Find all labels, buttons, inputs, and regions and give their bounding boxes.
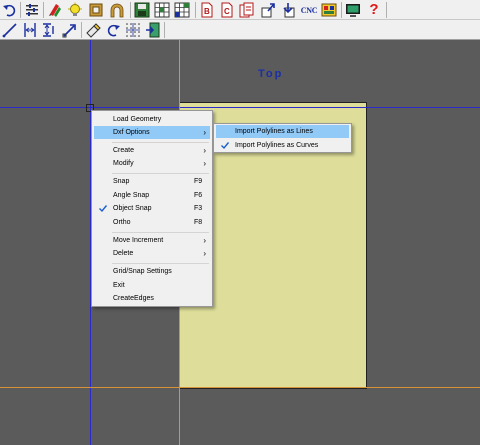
origin-horizontal-line bbox=[0, 387, 480, 388]
export-icon[interactable] bbox=[259, 1, 277, 19]
arch-icon[interactable] bbox=[108, 1, 126, 19]
menu-item-snap[interactable]: Snap F9 bbox=[94, 175, 210, 188]
menu-item-grid-snap-settings[interactable]: Grid/Snap Settings bbox=[94, 265, 210, 278]
vertical-dimension-icon[interactable] bbox=[21, 21, 39, 39]
import-icon[interactable] bbox=[279, 1, 297, 19]
menu-item-create[interactable]: Create › bbox=[94, 144, 210, 157]
svg-text:C: C bbox=[224, 7, 230, 16]
main-toolbar: B C CNC ? bbox=[0, 0, 480, 20]
toolpath-icon[interactable] bbox=[320, 1, 338, 19]
cnc-label: CNC bbox=[300, 5, 318, 15]
save-grid-icon[interactable] bbox=[173, 1, 191, 19]
menu-separator bbox=[112, 142, 209, 143]
checkmark-icon bbox=[99, 205, 108, 213]
redo-icon[interactable] bbox=[104, 21, 122, 39]
document-c-icon[interactable]: C bbox=[218, 1, 236, 19]
horizontal-dimension-icon[interactable] bbox=[41, 21, 59, 39]
drawing-toolbar bbox=[0, 20, 480, 40]
eraser-icon[interactable] bbox=[84, 21, 102, 39]
grid-view-icon[interactable] bbox=[153, 1, 171, 19]
document-copy-icon[interactable] bbox=[238, 1, 256, 19]
line-tool-icon[interactable] bbox=[1, 21, 19, 39]
menu-separator bbox=[112, 232, 209, 233]
menu-separator bbox=[112, 173, 209, 174]
color-pens-icon[interactable] bbox=[46, 1, 64, 19]
menu-item-delete[interactable]: Delete › bbox=[94, 247, 210, 260]
menu-item-load-geometry[interactable]: Load Geometry bbox=[94, 113, 210, 126]
submenu-arrow-icon: › bbox=[203, 159, 206, 168]
frame-icon[interactable] bbox=[87, 1, 105, 19]
menu-item-modify[interactable]: Modify › bbox=[94, 157, 210, 170]
drawing-canvas[interactable]: Top bbox=[0, 40, 480, 445]
settings-list-icon[interactable] bbox=[23, 1, 41, 19]
cnc-icon[interactable]: CNC bbox=[299, 1, 319, 19]
exit-door-icon[interactable] bbox=[144, 21, 162, 39]
save-icon[interactable] bbox=[133, 1, 151, 19]
light-bulb-icon[interactable] bbox=[66, 1, 84, 19]
monitor-icon[interactable] bbox=[344, 1, 362, 19]
submenu-arrow-icon: › bbox=[203, 236, 206, 245]
menu-item-object-snap[interactable]: Object Snap F3 bbox=[94, 202, 210, 215]
menu-item-ortho[interactable]: Ortho F8 bbox=[94, 216, 210, 229]
menu-item-angle-snap[interactable]: Angle Snap F6 bbox=[94, 189, 210, 202]
document-b-icon[interactable]: B bbox=[198, 1, 216, 19]
svg-text:B: B bbox=[204, 7, 210, 16]
checkmark-icon bbox=[221, 142, 230, 150]
menu-item-dxf-options[interactable]: Dxf Options › bbox=[94, 126, 210, 139]
menu-item-exit[interactable]: Exit bbox=[94, 279, 210, 292]
menu-item-import-polylines-lines[interactable]: Import Polylines as Lines bbox=[216, 125, 349, 138]
submenu-arrow-icon: › bbox=[203, 128, 206, 137]
view-title: Top bbox=[258, 68, 284, 80]
submenu-arrow-icon: › bbox=[203, 146, 206, 155]
crosshair-horizontal-line bbox=[0, 107, 480, 108]
help-icon[interactable]: ? bbox=[365, 1, 383, 19]
snap-grid-icon[interactable] bbox=[124, 21, 142, 39]
menu-item-create-edges[interactable]: CreateEdges bbox=[94, 292, 210, 305]
dxf-options-submenu: Import Polylines as Lines Import Polylin… bbox=[213, 123, 352, 153]
submenu-arrow-icon: › bbox=[203, 249, 206, 258]
menu-item-import-polylines-curves[interactable]: Import Polylines as Curves bbox=[216, 139, 349, 152]
menu-item-move-increment[interactable]: Move Increment › bbox=[94, 234, 210, 247]
arrow-point-icon[interactable] bbox=[61, 21, 79, 39]
context-menu: Load Geometry Dxf Options › Create › Mod… bbox=[91, 110, 213, 307]
undo-icon[interactable] bbox=[1, 1, 19, 19]
menu-separator bbox=[112, 263, 209, 264]
help-glyph: ? bbox=[369, 1, 379, 18]
